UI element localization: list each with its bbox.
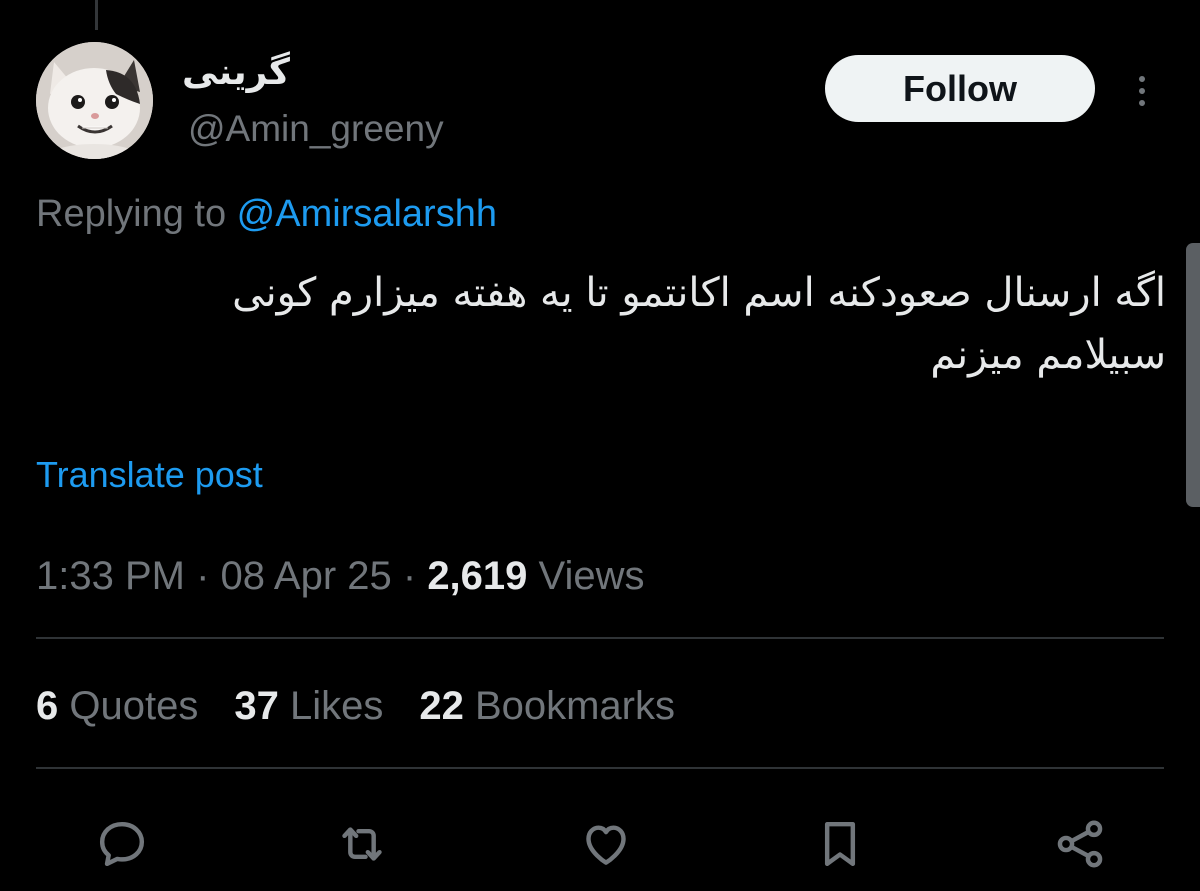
divider [36, 767, 1164, 769]
divider [36, 637, 1164, 639]
likes-stat[interactable]: 37 Likes [234, 684, 383, 729]
tweet-text-line: سبیلامم میزنم [930, 332, 1166, 378]
thread-connector-line [95, 0, 98, 30]
meta-separator: · [391, 554, 428, 598]
likes-label: Likes [278, 684, 384, 728]
quotes-stat[interactable]: 6 Quotes [36, 684, 198, 729]
share-icon [1057, 820, 1103, 868]
tweet-metadata: 1:33 PM · 08 Apr 25 · 2,619 Views [36, 554, 645, 599]
more-dot [1139, 100, 1145, 106]
bookmark-icon [824, 821, 856, 867]
author-handle[interactable]: @Amin_greeny [188, 108, 444, 150]
tweet-time[interactable]: 1:33 PM [36, 554, 185, 598]
tweet-text-line: اگه ارسنال صعودکنه اسم اکانتمو تا یه هفت… [232, 270, 1166, 316]
quotes-count: 6 [36, 684, 59, 728]
bookmarks-stat[interactable]: 22 Bookmarks [419, 684, 675, 729]
retweet-icon [342, 827, 382, 861]
reply-button[interactable] [90, 812, 154, 876]
like-button[interactable] [574, 812, 638, 876]
tweet-text: اگه ارسنال صعودکنه اسم اکانتمو تا یه هفت… [36, 262, 1166, 386]
avatar[interactable] [36, 42, 153, 159]
tweet-date[interactable]: 08 Apr 25 [221, 554, 392, 598]
engagement-stats: 6 Quotes 37 Likes 22 Bookmarks [36, 684, 675, 729]
more-dot [1139, 88, 1145, 94]
translate-post-link[interactable]: Translate post [36, 454, 263, 496]
share-button[interactable] [1048, 812, 1112, 876]
cat-avatar-image [36, 42, 153, 159]
replying-to-line: Replying to @Amirsalarshh [36, 193, 497, 236]
author-display-name[interactable]: گرینی [182, 52, 290, 93]
bookmark-button[interactable] [808, 812, 872, 876]
reply-mention-link[interactable]: @Amirsalarshh [237, 193, 497, 235]
bookmarks-count: 22 [419, 684, 464, 728]
quotes-label: Quotes [58, 684, 199, 728]
views-count: 2,619 [427, 554, 528, 598]
views-label: Views [527, 554, 645, 598]
like-icon [586, 825, 626, 865]
more-options-icon[interactable] [1124, 66, 1160, 116]
likes-count: 37 [234, 684, 279, 728]
meta-separator: · [184, 554, 221, 598]
retweet-button[interactable] [330, 812, 394, 876]
bookmarks-label: Bookmarks [463, 684, 675, 728]
reply-icon [99, 821, 145, 867]
follow-button[interactable]: Follow [825, 55, 1095, 122]
more-dot [1139, 76, 1145, 82]
replying-to-prefix: Replying to [36, 193, 237, 235]
scrollbar-thumb[interactable] [1186, 243, 1200, 507]
